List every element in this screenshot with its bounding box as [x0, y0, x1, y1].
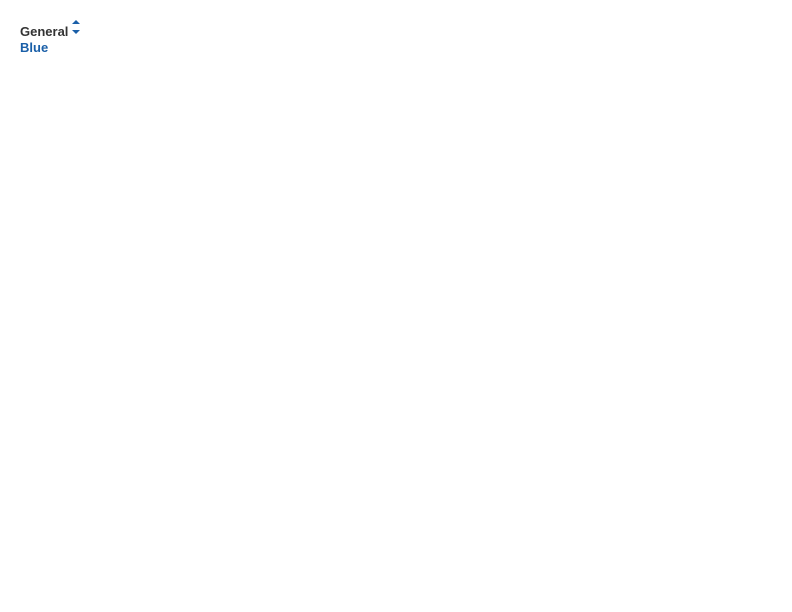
logo-svg: General Blue — [20, 20, 80, 60]
header: General Blue — [20, 20, 772, 60]
svg-text:Blue: Blue — [20, 40, 48, 55]
svg-text:General: General — [20, 24, 68, 39]
logo: General Blue — [20, 20, 80, 60]
